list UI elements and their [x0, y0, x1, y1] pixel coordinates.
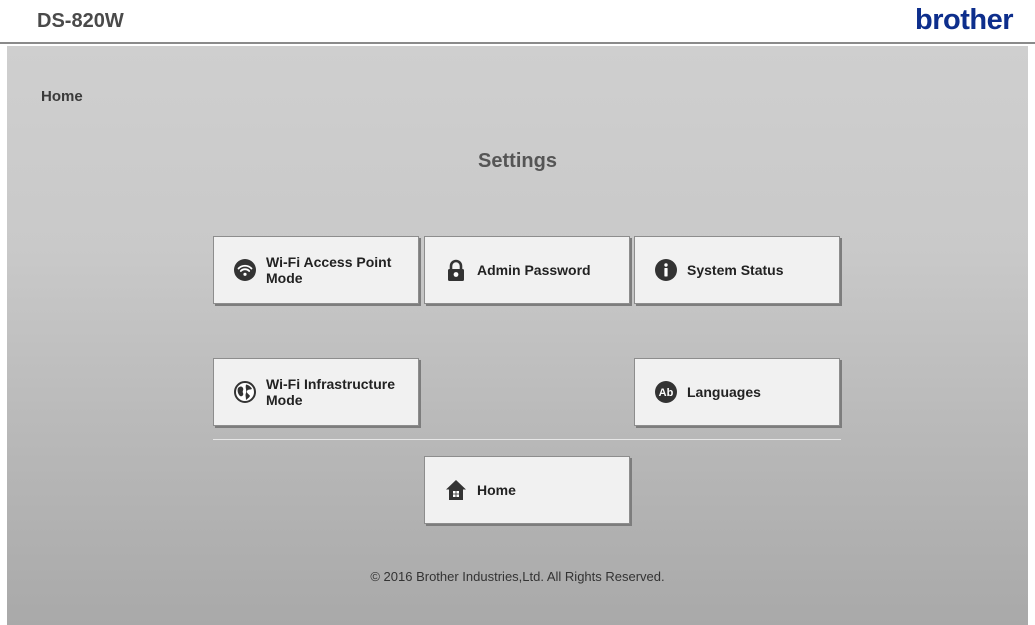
wifi-infrastructure-mode-button[interactable]: Wi-Fi Infrastructure Mode: [213, 358, 419, 426]
system-status-label: System Status: [687, 262, 784, 278]
home-label: Home: [477, 482, 516, 498]
wifi-access-point-mode-button[interactable]: Wi-Fi Access Point Mode: [213, 236, 419, 304]
languages-label: Languages: [687, 384, 761, 400]
wifi-infrastructure-mode-label: Wi-Fi Infrastructure Mode: [266, 376, 395, 408]
svg-text:Ab: Ab: [659, 387, 674, 399]
lock-icon: [445, 259, 467, 281]
globe-icon: [234, 381, 256, 403]
page-title: Settings: [478, 150, 557, 172]
breadcrumb: Home: [41, 88, 83, 105]
languages-button[interactable]: Ab Languages: [634, 358, 840, 426]
brand-logo: brother: [915, 4, 1014, 36]
home-icon: [445, 479, 467, 501]
home-button[interactable]: Home: [424, 456, 630, 524]
divider: [213, 439, 841, 440]
wifi-access-point-mode-label: Wi-Fi Access Point Mode: [266, 254, 392, 286]
admin-password-button[interactable]: Admin Password: [424, 236, 630, 304]
wifi-icon: [234, 259, 256, 281]
top-bar: DS-820W brother: [0, 0, 1035, 44]
copyright-footer: © 2016 Brother Industries,Ltd. All Right…: [370, 569, 665, 584]
model-name: DS-820W: [37, 10, 124, 32]
admin-password-label: Admin Password: [477, 262, 591, 278]
main-panel: Home Settings Wi-Fi Access Point Mode Ad…: [7, 46, 1028, 625]
info-icon: [655, 259, 677, 281]
languages-icon: Ab: [655, 381, 677, 403]
system-status-button[interactable]: System Status: [634, 236, 840, 304]
